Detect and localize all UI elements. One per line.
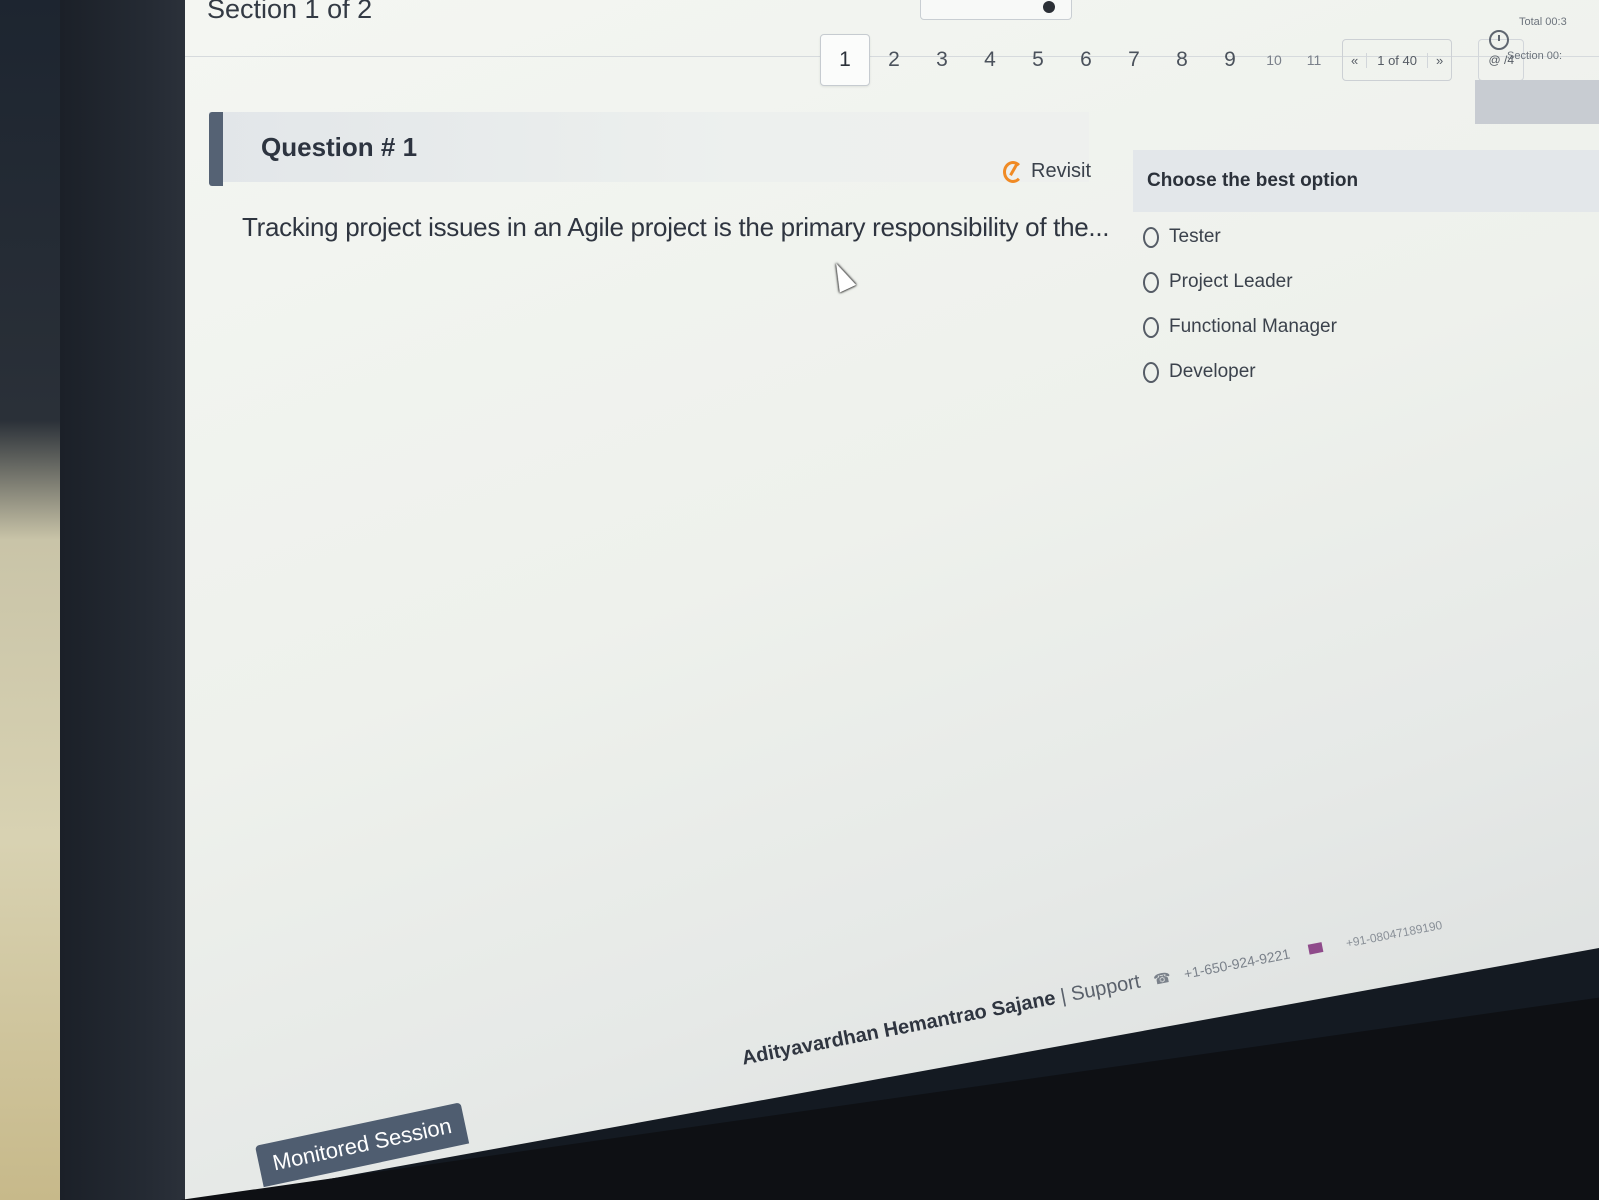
page-button-9[interactable]: 9 xyxy=(1206,35,1254,85)
question-accent-bar xyxy=(209,112,223,186)
options-heading: Choose the best option xyxy=(1147,170,1359,191)
question-pagination: 1 2 3 4 5 6 7 8 9 10 11 « 1 of 40 » @ /4 xyxy=(820,34,1525,86)
mouse-cursor-icon xyxy=(827,259,857,293)
screen: Section 1 of 2 1 2 3 4 5 6 7 8 9 10 11 «… xyxy=(185,0,1599,1200)
revisit-button[interactable]: Revisit xyxy=(1003,160,1091,183)
prev-pages-button[interactable]: « xyxy=(1343,53,1366,68)
question-title: Question # 1 xyxy=(261,132,418,162)
option-project-leader[interactable]: Project Leader xyxy=(1143,271,1293,293)
page-button-2[interactable]: 2 xyxy=(870,35,918,85)
page-button-11[interactable]: 11 xyxy=(1294,35,1334,85)
page-range-text: 1 of 40 xyxy=(1366,52,1428,68)
revisit-icon xyxy=(1003,160,1023,183)
radio-developer[interactable] xyxy=(1143,361,1159,383)
section-timer: Section 00: xyxy=(1507,50,1563,62)
radio-tester[interactable] xyxy=(1143,226,1159,248)
page-button-5[interactable]: 5 xyxy=(1014,35,1062,85)
flag-icon xyxy=(1308,942,1324,955)
options-header: Choose the best option xyxy=(1133,150,1599,212)
page-button-6[interactable]: 6 xyxy=(1062,35,1110,85)
page-range-control: « 1 of 40 » xyxy=(1342,39,1453,81)
page-button-7[interactable]: 7 xyxy=(1110,35,1158,85)
radio-functional-manager[interactable] xyxy=(1143,316,1159,338)
option-label: Functional Manager xyxy=(1169,316,1337,337)
radio-project-leader[interactable] xyxy=(1143,271,1159,293)
option-tester[interactable]: Tester xyxy=(1143,226,1221,248)
timer-area: Total 00:3 Section 00: xyxy=(1489,12,1599,72)
footer-separator: | xyxy=(1058,985,1068,1008)
option-functional-manager[interactable]: Functional Manager xyxy=(1143,316,1337,338)
option-label: Tester xyxy=(1169,226,1221,247)
section-label: Section 1 of 2 xyxy=(207,0,373,24)
page-button-3[interactable]: 3 xyxy=(918,35,966,85)
option-label: Project Leader xyxy=(1169,271,1293,292)
question-text: Tracking project issues in an Agile proj… xyxy=(242,212,1110,242)
header-right-strip xyxy=(1475,80,1599,124)
next-pages-button[interactable]: » xyxy=(1428,53,1451,68)
total-timer: Total 00:3 xyxy=(1519,16,1567,28)
page-button-4[interactable]: 4 xyxy=(966,35,1014,85)
clock-icon xyxy=(1489,30,1509,50)
page-button-1[interactable]: 1 xyxy=(820,34,870,86)
candidate-name: Adityavardhan Hemantrao Sajane xyxy=(740,987,1058,1070)
question-header-bar: Question # 1 xyxy=(209,112,1089,186)
support-phone-in: +91-08047189190 xyxy=(1344,917,1444,951)
toggle-dot-icon xyxy=(1043,1,1055,13)
option-developer[interactable]: Developer xyxy=(1143,361,1256,383)
revisit-label: Revisit xyxy=(1031,160,1092,182)
page-button-10[interactable]: 10 xyxy=(1254,35,1294,85)
page-button-8[interactable]: 8 xyxy=(1158,35,1206,85)
top-control-box[interactable] xyxy=(920,0,1072,20)
option-label: Developer xyxy=(1169,361,1256,382)
phone-icon: ☎ xyxy=(1152,968,1173,988)
support-phone-us: +1-650-924-9221 xyxy=(1182,945,1292,982)
support-link[interactable]: Support xyxy=(1069,971,1142,1006)
